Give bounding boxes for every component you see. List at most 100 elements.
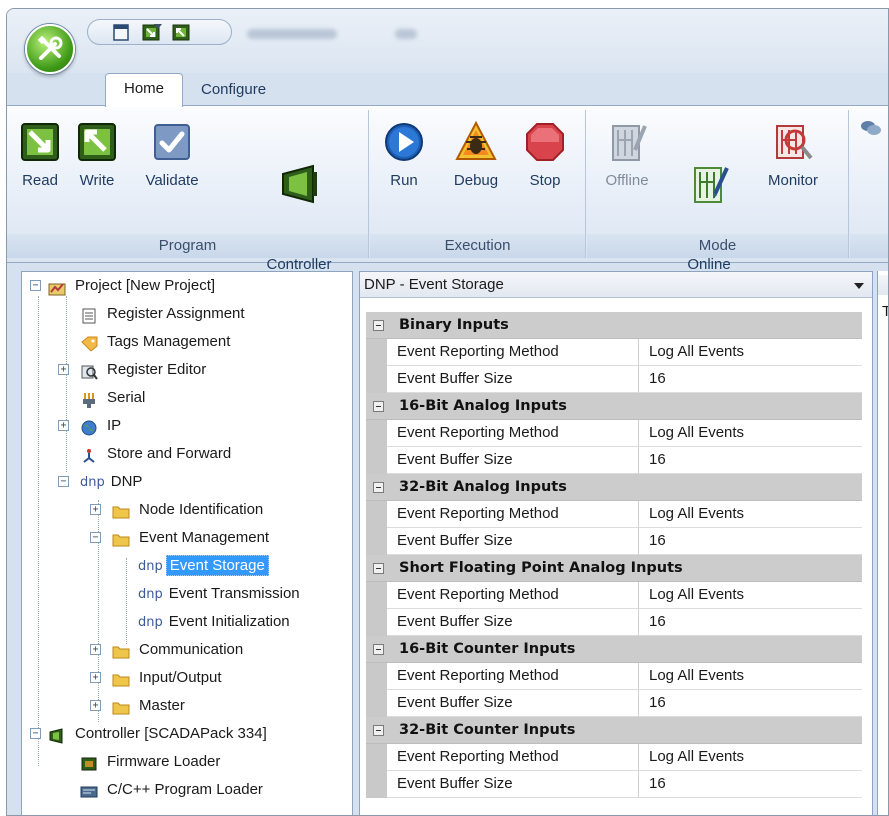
monitor-button[interactable]: Monitor (757, 110, 829, 191)
property-value[interactable]: Log All Events (639, 744, 862, 771)
write-button[interactable]: Write (67, 110, 127, 191)
property-value[interactable]: Log All Events (639, 420, 862, 447)
property-row[interactable]: Event Buffer Size 16 (366, 771, 862, 798)
category-16bit-analog-inputs[interactable]: 16-Bit Analog Inputs (366, 393, 862, 420)
collapse-toggle[interactable]: − (30, 728, 41, 739)
category-32bit-counter-inputs[interactable]: 32-Bit Counter Inputs (366, 717, 862, 744)
property-value[interactable]: Log All Events (639, 501, 862, 528)
tree-item-label: Event Storage (165, 555, 269, 576)
category-short-floating-point-analog-inputs[interactable]: Short Floating Point Analog Inputs (366, 555, 862, 582)
run-button[interactable]: Run (382, 110, 426, 191)
tree-item-event-transmission[interactable]: dnp Event Transmission (138, 580, 303, 608)
collapse-icon[interactable] (373, 644, 384, 655)
tree-item-register-editor[interactable]: + Register Editor (58, 356, 209, 384)
property-value[interactable]: 16 (639, 690, 862, 717)
property-row[interactable]: Event Reporting Method Log All Events (366, 339, 862, 366)
property-row[interactable]: Event Buffer Size 16 (366, 366, 862, 393)
property-row[interactable]: Event Reporting Method Log All Events (366, 744, 862, 771)
tab-configure[interactable]: Configure (189, 75, 278, 107)
collapse-toggle[interactable]: − (30, 280, 41, 291)
tree-item-tags-management[interactable]: Tags Management (80, 328, 233, 356)
expand-toggle[interactable]: + (90, 672, 101, 683)
category-16bit-counter-inputs[interactable]: 16-Bit Counter Inputs (366, 636, 862, 663)
tree-item-label: Communication (139, 641, 244, 658)
firmware-icon (80, 754, 98, 771)
property-name: Event Reporting Method (387, 663, 639, 690)
tree-item-communication[interactable]: + Communication (90, 636, 246, 664)
property-value[interactable]: 16 (639, 609, 862, 636)
tree-item-master[interactable]: + Master (90, 692, 188, 720)
collapse-toggle[interactable]: − (90, 532, 101, 543)
tree-item-controller[interactable]: − Controller [SCADAPack 334] (30, 720, 270, 748)
write-icon[interactable] (172, 24, 190, 41)
property-row[interactable]: Event Reporting Method Log All Events (366, 420, 862, 447)
property-grid-header[interactable]: DNP - Event Storage (360, 272, 872, 298)
property-row[interactable]: Event Buffer Size 16 (366, 447, 862, 474)
property-value[interactable]: 16 (639, 528, 862, 555)
property-value[interactable]: 16 (639, 447, 862, 474)
tree-item-event-storage[interactable]: dnp Event Storage (138, 552, 269, 580)
edit-online-button[interactable]: Edit Online (679, 110, 739, 296)
property-value[interactable]: Log All Events (639, 339, 862, 366)
right-panel-text: T (882, 303, 888, 320)
property-name: Event Buffer Size (387, 447, 639, 474)
tree-item-event-management[interactable]: − Event Management (90, 524, 272, 552)
tree-item-ip[interactable]: + IP (58, 412, 124, 440)
tree-item-label: Project [New Project] (75, 277, 216, 294)
property-row[interactable]: Event Buffer Size 16 (366, 609, 862, 636)
collapse-icon[interactable] (373, 320, 384, 331)
expand-toggle[interactable]: + (58, 420, 69, 431)
collapse-icon[interactable] (373, 401, 384, 412)
tree-item-node-identification[interactable]: + Node Identification (90, 496, 266, 524)
folder-icon (112, 502, 130, 519)
read-button[interactable]: Read (13, 110, 67, 191)
expand-toggle[interactable]: + (58, 364, 69, 375)
tree-item-serial[interactable]: Serial (80, 384, 148, 412)
collapse-icon[interactable] (373, 725, 384, 736)
new-icon[interactable] (112, 24, 130, 41)
offline-button[interactable]: Offline (597, 110, 657, 191)
stop-button[interactable]: Stop (520, 110, 570, 191)
property-grid: DNP - Event Storage Binary Inputs Event … (359, 271, 873, 815)
property-value[interactable]: 16 (639, 771, 862, 798)
tree-item-firmware-loader[interactable]: Firmware Loader (80, 748, 223, 776)
tree-item-project[interactable]: − Project [New Project] (30, 272, 218, 300)
tree-item-input-output[interactable]: + Input/Output (90, 664, 225, 692)
property-row[interactable]: Event Buffer Size 16 (366, 528, 862, 555)
debug-button[interactable]: Debug (448, 110, 504, 191)
collapse-icon[interactable] (373, 563, 384, 574)
change-controller-button[interactable]: Change Controller (239, 110, 359, 296)
tree-item-register-assignment[interactable]: Register Assignment (80, 300, 248, 328)
validate-button[interactable]: Validate (133, 110, 211, 191)
expand-toggle[interactable]: + (90, 644, 101, 655)
application-menu-button[interactable] (25, 24, 75, 74)
property-value[interactable]: 16 (639, 366, 862, 393)
tree-item-dnp[interactable]: − dnp DNP (58, 468, 145, 496)
category-label: 16-Bit Analog Inputs (399, 398, 567, 414)
offline-label: Offline (605, 172, 649, 189)
collapse-icon[interactable] (373, 482, 384, 493)
tree-item-event-initialization[interactable]: dnp Event Initialization (138, 608, 293, 636)
write-icon (78, 123, 116, 161)
tree-item-label: Register Assignment (107, 305, 245, 322)
expand-toggle[interactable]: + (90, 700, 101, 711)
tab-home[interactable]: Home (105, 73, 183, 107)
chevron-down-icon[interactable] (854, 283, 864, 289)
property-row[interactable]: Event Reporting Method Log All Events (366, 501, 862, 528)
ip-globe-icon (80, 418, 98, 436)
category-binary-inputs[interactable]: Binary Inputs (366, 312, 862, 339)
project-tree: − Project [New Project] Register Assignm… (21, 271, 353, 815)
property-row[interactable]: Event Reporting Method Log All Events (366, 663, 862, 690)
collapse-toggle[interactable]: − (58, 476, 69, 487)
property-row[interactable]: Event Reporting Method Log All Events (366, 582, 862, 609)
expand-toggle[interactable]: + (90, 504, 101, 515)
category-32bit-analog-inputs[interactable]: 32-Bit Analog Inputs (366, 474, 862, 501)
tree-item-store-and-forward[interactable]: Store and Forward (80, 440, 234, 468)
property-value[interactable]: Log All Events (639, 582, 862, 609)
property-value[interactable]: Log All Events (639, 663, 862, 690)
qat-customize-arrow[interactable] (154, 24, 162, 29)
ribbon: Read Write Validate Controller Program R… (7, 105, 888, 273)
tree-item-program-loader[interactable]: C/C++ Program Loader (80, 776, 266, 804)
property-row[interactable]: Event Buffer Size 16 (366, 690, 862, 717)
connection-icon[interactable] (860, 118, 882, 138)
